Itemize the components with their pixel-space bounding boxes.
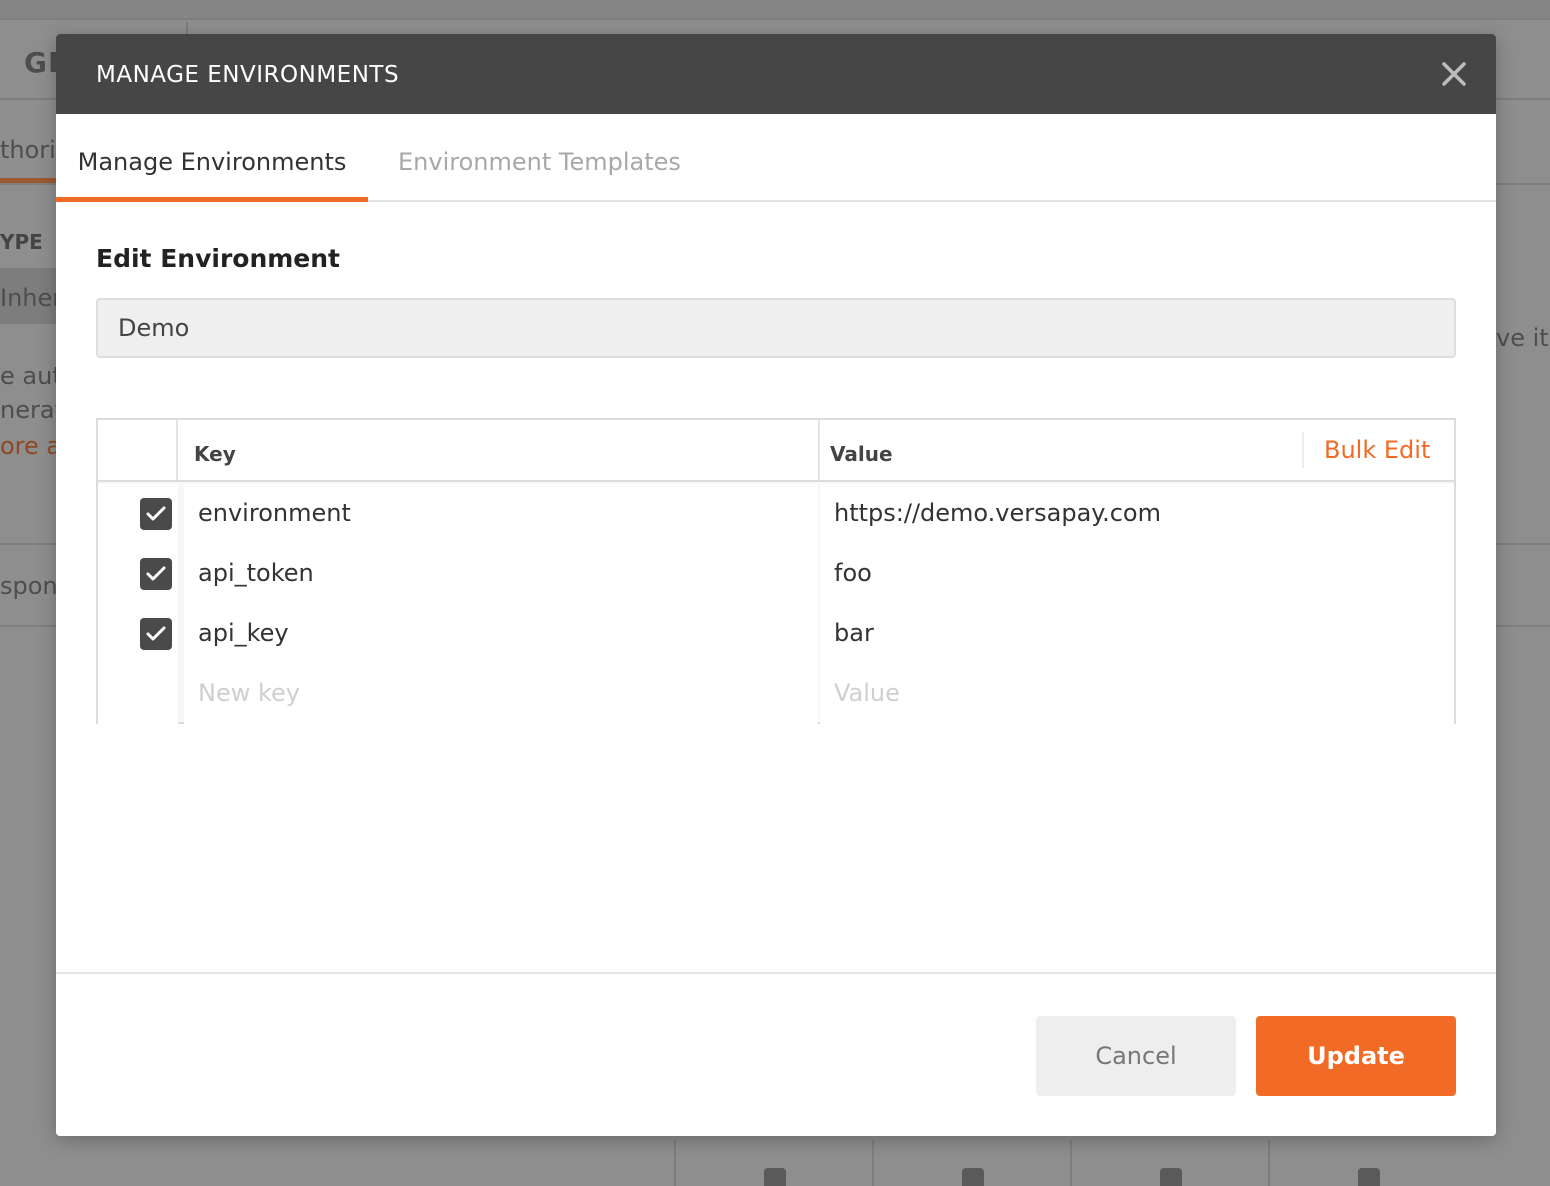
bg-topbar [0,0,1550,20]
check-cell [98,664,178,724]
bg-toolbar-icon [872,1140,1070,1186]
bulk-edit-divider [1302,432,1304,468]
check-cell [98,544,178,604]
footer-divider [56,972,1496,974]
bg-type-label: YPE [0,230,43,254]
tab-environment-templates[interactable]: Environment Templates [398,114,681,200]
tab-manage-environments[interactable]: Manage Environments [56,114,368,202]
check-cell [98,604,178,664]
environment-name-input[interactable] [96,298,1456,358]
bg-toolbar-icon [1070,1140,1268,1186]
table-row: api_token foo [98,544,1454,604]
new-variable-row: New key Value [98,664,1454,724]
variable-key: api_token [198,559,314,587]
check-cell [98,484,178,544]
value-cell[interactable]: https://demo.versapay.com [820,484,1454,544]
row-enabled-checkbox[interactable] [140,498,172,530]
column-header-key: Key [194,442,236,466]
bg-save-hint: ve it [1496,324,1549,352]
tab-bar: Manage Environments Environment Template… [56,114,1496,202]
checkmark-icon [146,566,166,581]
variable-value: bar [834,619,874,647]
bg-description-line: e aut [0,362,62,390]
header-check-cell [98,420,178,480]
checkmark-icon [146,506,166,521]
checkmark-icon [146,626,166,641]
variables-table: Key Value Bulk Edit environment https://… [96,418,1456,724]
new-value-placeholder: Value [834,679,900,707]
new-value-input[interactable]: Value [820,664,1454,724]
bg-learn-more-link: ore a [0,432,62,460]
variable-key: api_key [198,619,289,647]
column-header-value: Value [830,442,893,466]
edit-environment-heading: Edit Environment [96,244,340,273]
table-row: environment https://demo.versapay.com [98,484,1454,544]
row-enabled-checkbox[interactable] [140,558,172,590]
bg-toolbar-icon [674,1140,872,1186]
bulk-edit-link[interactable]: Bulk Edit [1324,436,1430,464]
bg-type-value: Inher [0,284,63,312]
manage-environments-modal: MANAGE ENVIRONMENTS Manage Environments … [56,34,1496,1136]
new-key-placeholder: New key [198,679,300,707]
variable-value: https://demo.versapay.com [834,499,1161,527]
value-cell[interactable]: bar [820,604,1454,664]
key-cell[interactable]: api_key [184,604,818,664]
modal-title: MANAGE ENVIRONMENTS [96,62,400,88]
value-cell[interactable]: foo [820,544,1454,604]
bg-toolbar-icon [1268,1140,1466,1186]
key-cell[interactable]: environment [184,484,818,544]
cancel-button[interactable]: Cancel [1036,1016,1236,1096]
variable-value: foo [834,559,872,587]
close-icon[interactable] [1438,58,1470,90]
table-header: Key Value Bulk Edit [98,420,1454,482]
bg-description-line: nerat [0,396,64,424]
modal-header: MANAGE ENVIRONMENTS [56,34,1496,114]
row-enabled-checkbox[interactable] [140,618,172,650]
update-button[interactable]: Update [1256,1016,1456,1096]
header-key-cell [178,420,820,480]
new-key-input[interactable]: New key [184,664,818,724]
bg-bottom-toolbar [674,1140,1550,1186]
key-cell[interactable]: api_token [184,544,818,604]
table-row: api_key bar [98,604,1454,664]
variable-key: environment [198,499,351,527]
